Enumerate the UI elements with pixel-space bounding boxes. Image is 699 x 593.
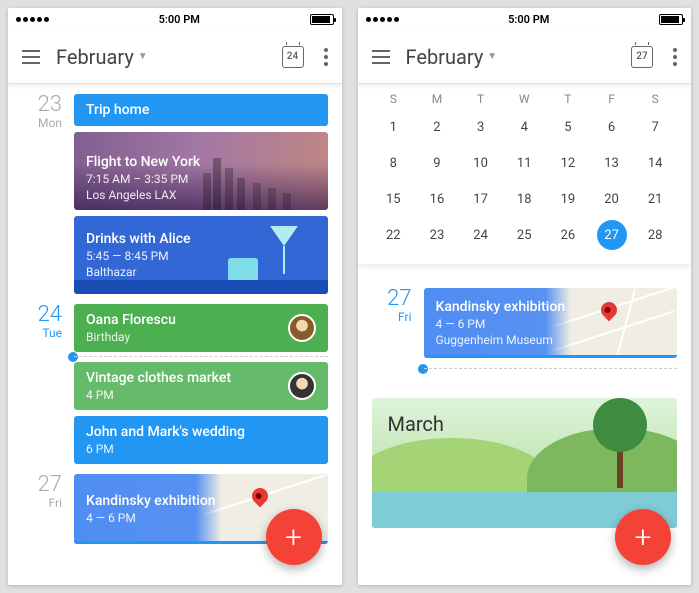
weekday-label: M [415, 92, 459, 106]
event-title: Trip home [86, 102, 316, 118]
event-location: Guggenheim Museum [436, 333, 666, 347]
weekday-label: T [459, 92, 503, 106]
event-card[interactable]: Flight to New York 7:15 AM – 3:35 PM Los A… [74, 132, 328, 210]
phone-schedule-view: 5:00 PM February ▼ 24 23Mon Trip home Flig… [8, 8, 342, 585]
calendar-day[interactable]: 10 [459, 148, 503, 178]
event-detail: Balthazar [86, 265, 316, 279]
status-bar: 5:00 PM [358, 8, 692, 30]
event-subtitle: Birthday [86, 330, 316, 344]
calendar-day[interactable]: 4 [502, 112, 546, 142]
calendar-day[interactable]: 14 [633, 148, 677, 178]
weekday-label: S [372, 92, 416, 106]
calendar-day[interactable]: 19 [546, 184, 590, 214]
event-card[interactable]: Trip home [74, 94, 328, 126]
event-subtitle: 4 PM [86, 388, 316, 402]
calendar-day[interactable]: 8 [372, 148, 416, 178]
event-card[interactable]: Vintage clothes market 4 PM [74, 362, 328, 410]
day-row: 23Mon Trip home Flight to New York 7:15 AM … [22, 94, 328, 294]
cocktail-icon [270, 226, 298, 246]
calendar-day[interactable]: 3 [459, 112, 503, 142]
calendar-day[interactable]: 23 [415, 220, 459, 250]
calendar-day[interactable]: 11 [502, 148, 546, 178]
status-time: 5:00 PM [159, 13, 200, 26]
weekday-label: T [546, 92, 590, 106]
app-header: February ▼ 24 [8, 30, 342, 84]
calendar-day[interactable]: 20 [590, 184, 634, 214]
day-row: 24Tue Oana Florescu Birthday [22, 304, 328, 352]
calendar-day[interactable]: 24 [459, 220, 503, 250]
calendar-day[interactable]: 5 [546, 112, 590, 142]
event-detail: Los Angeles LAX [86, 188, 316, 202]
calendar-day[interactable]: 15 [372, 184, 416, 214]
menu-icon[interactable] [22, 50, 40, 64]
battery-icon [310, 14, 334, 25]
status-bar: 5:00 PM [8, 8, 342, 30]
add-event-fab[interactable]: + [615, 509, 671, 565]
event-card[interactable]: John and Mark's wedding 6 PM [74, 416, 328, 464]
calendar-day[interactable]: 9 [415, 148, 459, 178]
calendar-day[interactable]: 16 [415, 184, 459, 214]
day-label: 23Mon [22, 94, 62, 294]
calendar-day[interactable]: 27 [590, 220, 634, 250]
month-label: February [406, 45, 484, 69]
event-card[interactable]: Oana Florescu Birthday [74, 304, 328, 352]
chevron-down-icon: ▼ [138, 51, 148, 62]
calendar-day[interactable]: 22 [372, 220, 416, 250]
day-label: 27 Fri [372, 288, 412, 358]
month-banner-label: March [388, 412, 444, 436]
now-indicator [74, 356, 328, 358]
event-title: John and Mark's wedding [86, 424, 316, 440]
calendar-day[interactable]: 2 [415, 112, 459, 142]
calendar-day[interactable]: 12 [546, 148, 590, 178]
day-label: 24Tue [22, 304, 62, 352]
add-event-fab[interactable]: + [266, 509, 322, 565]
event-title: Flight to New York [86, 154, 316, 170]
event-card[interactable]: Drinks with Alice5:45 — 8:45 PMBalthazar [74, 216, 328, 294]
menu-icon[interactable] [372, 50, 390, 64]
month-picker[interactable]: February ▼ [56, 45, 148, 69]
more-icon[interactable] [324, 48, 328, 66]
event-title: Kandinsky exhibition [436, 299, 666, 315]
month-picker[interactable]: February ▼ [406, 45, 498, 69]
month-label: February [56, 45, 134, 69]
avatar [288, 314, 316, 342]
calendar-day[interactable]: 28 [633, 220, 677, 250]
calendar-day[interactable]: 6 [590, 112, 634, 142]
calendar-day[interactable]: 21 [633, 184, 677, 214]
more-icon[interactable] [673, 48, 677, 66]
event-title: Oana Florescu [86, 312, 316, 328]
weekday-label: S [633, 92, 677, 106]
calendar-day[interactable]: 25 [502, 220, 546, 250]
event-subtitle: 7:15 AM – 3:35 PM [86, 172, 316, 186]
now-indicator [424, 368, 678, 370]
day-schedule: 27 Fri Kandinsky exhibition [358, 264, 692, 398]
month-banner[interactable]: March [372, 398, 678, 528]
event-title: Kandinsky exhibition [86, 493, 316, 509]
event-card[interactable]: Kandinsky exhibition 4 — 6 PM Guggenheim… [424, 288, 678, 358]
event-subtitle: 6 PM [86, 442, 316, 456]
today-icon[interactable]: 27 [631, 46, 653, 68]
phone-month-view: 5:00 PM February ▼ 27 SMTWTFS 1234567891… [358, 8, 692, 585]
today-icon[interactable]: 24 [282, 46, 304, 68]
calendar-day[interactable]: 26 [546, 220, 590, 250]
battery-icon [659, 14, 683, 25]
calendar-day[interactable]: 13 [590, 148, 634, 178]
status-time: 5:00 PM [508, 13, 549, 26]
calendar-day[interactable]: 18 [502, 184, 546, 214]
calendar-day[interactable]: 7 [633, 112, 677, 142]
calendar-day[interactable]: 17 [459, 184, 503, 214]
event-subtitle: 5:45 — 8:45 PM [86, 249, 316, 263]
avatar [288, 372, 316, 400]
weekday-label: W [502, 92, 546, 106]
event-time: 4 — 6 PM [436, 317, 666, 331]
calendar-day[interactable]: 1 [372, 112, 416, 142]
day-label: 27Fri [22, 474, 62, 544]
event-title: Vintage clothes market [86, 370, 316, 386]
app-header: February ▼ 27 [358, 30, 692, 84]
chevron-down-icon: ▼ [487, 51, 497, 62]
month-grid: SMTWTFS 12345678910111213141516171819202… [358, 84, 692, 264]
weekday-label: F [590, 92, 634, 106]
